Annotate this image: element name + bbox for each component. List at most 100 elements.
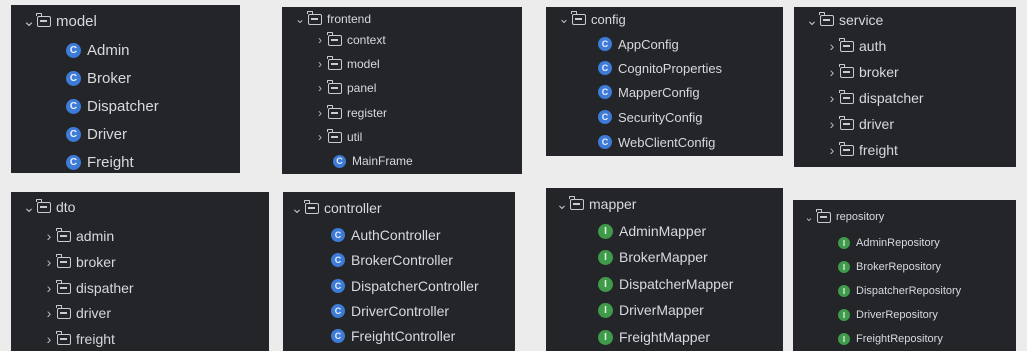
class-icon: C xyxy=(333,154,346,168)
chevron-down-icon[interactable]: ⌄ xyxy=(804,12,820,29)
chevron-right-icon[interactable]: › xyxy=(824,116,840,132)
tree-item[interactable]: C DispatcherController xyxy=(331,275,479,297)
chevron-down-icon[interactable]: ⌄ xyxy=(801,211,817,224)
tree-item[interactable]: I DriverMapper xyxy=(598,299,704,321)
chevron-down-icon[interactable]: ⌄ xyxy=(289,200,305,217)
folder-label: freight xyxy=(859,142,898,158)
class-icon: C xyxy=(331,228,345,242)
class-icon: C xyxy=(598,135,612,149)
config-panel: ⌄ config C AppConfig C CognitoProperties… xyxy=(546,7,783,156)
tree-root-config[interactable]: ⌄ config xyxy=(556,10,626,28)
tree-item[interactable]: I AdminRepository xyxy=(838,234,940,252)
interface-label: FreightRepository xyxy=(856,333,943,345)
class-icon: C xyxy=(66,154,81,170)
class-label: Dispatcher xyxy=(87,97,159,115)
chevron-down-icon[interactable]: ⌄ xyxy=(554,196,570,213)
tree-item[interactable]: C Admin xyxy=(66,39,130,61)
tree-item[interactable]: I FreightRepository xyxy=(838,330,943,348)
tree-root-dto[interactable]: ⌄ dto xyxy=(21,197,75,217)
tree-folder[interactable]: › register xyxy=(312,103,387,123)
dto-panel: ⌄ dto › admin › broker › dispather › dri… xyxy=(11,192,269,351)
tree-item[interactable]: C Driver xyxy=(66,123,127,145)
tree-item[interactable]: I DispatcherRepository xyxy=(838,282,961,300)
interface-icon: I xyxy=(598,249,613,265)
tree-item[interactable]: I BrokerMapper xyxy=(598,246,708,268)
chevron-right-icon[interactable]: › xyxy=(824,142,840,158)
tree-item[interactable]: C MainFrame xyxy=(333,151,413,171)
tree-folder[interactable]: › admin xyxy=(41,225,114,247)
tree-item[interactable]: C BrokerController xyxy=(331,249,453,271)
tree-item[interactable]: I AdminMapper xyxy=(598,220,706,242)
repository-panel: ⌄ repository I AdminRepository I BrokerR… xyxy=(793,200,1016,351)
chevron-right-icon[interactable]: › xyxy=(824,90,840,106)
folder-icon xyxy=(327,128,342,143)
tree-root-mapper[interactable]: ⌄ mapper xyxy=(554,194,636,214)
chevron-right-icon[interactable]: › xyxy=(41,280,57,296)
chevron-right-icon[interactable]: › xyxy=(41,305,57,321)
class-label: BrokerController xyxy=(351,252,453,268)
tree-folder[interactable]: › freight xyxy=(824,139,898,161)
tree-folder[interactable]: › dispather xyxy=(41,277,134,299)
tree-folder[interactable]: › panel xyxy=(312,78,376,98)
tree-item[interactable]: C WebClientConfig xyxy=(598,132,715,152)
tree-item[interactable]: C AppConfig xyxy=(598,34,679,54)
chevron-right-icon[interactable]: › xyxy=(824,38,840,54)
tree-item[interactable]: C SecurityConfig xyxy=(598,107,703,127)
tree-item[interactable]: C FreightController xyxy=(331,325,455,347)
folder-icon xyxy=(819,11,834,26)
chevron-right-icon[interactable]: › xyxy=(312,130,328,144)
tree-folder[interactable]: › dispatcher xyxy=(824,87,924,109)
chevron-right-icon[interactable]: › xyxy=(312,33,328,47)
tree-folder[interactable]: › context xyxy=(312,30,386,50)
chevron-right-icon[interactable]: › xyxy=(41,228,57,244)
class-icon: C xyxy=(66,42,81,58)
folder-label: panel xyxy=(347,81,377,95)
tree-root-model[interactable]: ⌄ model xyxy=(21,11,97,31)
chevron-down-icon[interactable]: ⌄ xyxy=(292,12,308,26)
class-label: AppConfig xyxy=(618,36,679,52)
tree-item[interactable]: C Broker xyxy=(66,67,131,89)
tree-root-controller[interactable]: ⌄ controller xyxy=(289,198,382,218)
tree-item[interactable]: I DispatcherMapper xyxy=(598,273,733,295)
chevron-right-icon[interactable]: › xyxy=(41,254,57,270)
controller-panel: ⌄ controller C AuthController C BrokerCo… xyxy=(283,192,515,351)
chevron-down-icon[interactable]: ⌄ xyxy=(556,11,572,27)
tree-folder[interactable]: › broker xyxy=(41,251,116,273)
chevron-right-icon[interactable]: › xyxy=(312,81,328,95)
chevron-right-icon[interactable]: › xyxy=(824,64,840,80)
class-icon: C xyxy=(66,126,81,142)
chevron-right-icon[interactable]: › xyxy=(312,106,328,120)
tree-item[interactable]: C Freight xyxy=(66,151,134,173)
tree-item[interactable]: I FreightMapper xyxy=(598,326,710,348)
interface-label: DriverMapper xyxy=(619,302,704,318)
tree-item[interactable]: I BrokerRepository xyxy=(838,258,941,276)
tree-item[interactable]: C DriverController xyxy=(331,300,449,322)
tree-folder[interactable]: › broker xyxy=(824,61,899,83)
tree-folder[interactable]: › driver xyxy=(41,302,111,324)
tree-folder[interactable]: › driver xyxy=(824,113,894,135)
tree-root-frontend[interactable]: ⌄ frontend xyxy=(292,10,371,28)
class-label: FreightController xyxy=(351,328,456,344)
tree-item[interactable]: C AuthController xyxy=(331,224,441,246)
tree-folder[interactable]: › freight xyxy=(41,328,115,350)
tree-item[interactable]: C MapperConfig xyxy=(598,82,700,102)
chevron-right-icon[interactable]: › xyxy=(312,57,328,71)
chevron-down-icon[interactable]: ⌄ xyxy=(21,12,37,30)
tree-item[interactable]: I DriverRepository xyxy=(838,306,938,324)
tree-root-repository[interactable]: ⌄ repository xyxy=(801,208,884,226)
folder-icon xyxy=(839,63,854,78)
interface-icon: I xyxy=(598,329,613,345)
tree-root-service[interactable]: ⌄ service xyxy=(804,10,883,30)
interface-icon: I xyxy=(598,302,613,318)
chevron-right-icon[interactable]: › xyxy=(41,331,57,347)
chevron-down-icon[interactable]: ⌄ xyxy=(21,199,37,216)
folder-label: broker xyxy=(859,64,899,80)
tree-folder[interactable]: › util xyxy=(312,127,362,147)
class-icon: C xyxy=(598,110,612,124)
class-icon: C xyxy=(598,61,612,75)
tree-item[interactable]: C Dispatcher xyxy=(66,95,159,117)
tree-item[interactable]: C CognitoProperties xyxy=(598,58,722,78)
tree-folder[interactable]: › auth xyxy=(824,35,886,57)
folder-icon xyxy=(36,198,51,213)
tree-folder[interactable]: › model xyxy=(312,54,380,74)
